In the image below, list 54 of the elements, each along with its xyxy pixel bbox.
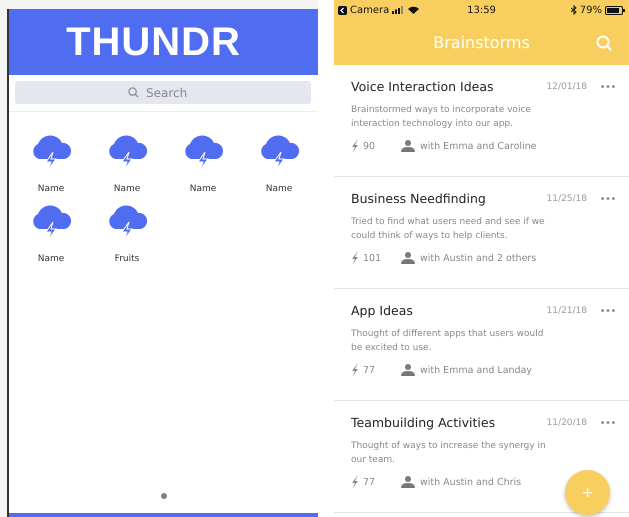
card-description: Tried to find what users need and see if we could think of ways to help clients. bbox=[351, 216, 546, 243]
card-date: 12/01/18 bbox=[546, 82, 587, 92]
status-time: 13:59 bbox=[467, 4, 496, 16]
item-label[interactable]: Name bbox=[266, 184, 292, 194]
search-field[interactable]: Search bbox=[144, 84, 198, 100]
person-icon bbox=[401, 252, 415, 264]
back-icon[interactable] bbox=[338, 6, 347, 14]
collaborators: with Emma and Landay bbox=[420, 364, 532, 376]
lightning-icon bbox=[351, 251, 359, 265]
collaborators: with Austin and Chris bbox=[420, 476, 522, 488]
card-title: Teambuilding Activities bbox=[351, 415, 496, 430]
wifi-icon bbox=[408, 6, 420, 14]
screen-title: Brainstorms bbox=[433, 33, 530, 52]
card-description: Thought of ways to increase the synergy in our team. bbox=[351, 440, 547, 467]
bluetooth-icon bbox=[570, 5, 577, 15]
lightning-icon bbox=[351, 475, 359, 489]
battery-percent: 79% bbox=[580, 4, 602, 16]
app-logo: THUNDR bbox=[66, 20, 241, 64]
signal-icon bbox=[392, 6, 406, 14]
page-dot[interactable] bbox=[160, 493, 166, 499]
item-label[interactable]: Name bbox=[114, 184, 140, 194]
back-app-label[interactable]: Camera bbox=[350, 4, 390, 16]
item-label[interactable]: Name bbox=[190, 184, 216, 194]
more-icon[interactable] bbox=[601, 85, 615, 88]
collaborators: with Emma and Caroline bbox=[420, 140, 537, 152]
item-label[interactable]: Name bbox=[38, 254, 64, 264]
lightning-icon bbox=[351, 139, 359, 153]
card-description: Thought of different apps that users would be excited to use. bbox=[351, 328, 544, 355]
more-icon[interactable] bbox=[601, 309, 615, 312]
idea-count: 77 bbox=[363, 364, 376, 376]
more-icon[interactable] bbox=[601, 197, 615, 200]
card-title: Voice Interaction Ideas bbox=[351, 79, 495, 94]
idea-count: 90 bbox=[363, 140, 376, 152]
brainstorm-card[interactable]: App Ideas 11/21/18 Thought of different apps that users would be excited to use. 77 with Emma and Landay bbox=[334, 289, 629, 401]
search-icon bbox=[128, 87, 139, 98]
collaborators: with Austin and 2 others bbox=[420, 252, 536, 264]
brainstorm-card[interactable]: Voice Interaction Ideas 12/01/18 Brainstormed ways to incorporate voice interaction technology into our app. 90 with Emma and Caroline bbox=[334, 65, 629, 177]
person-icon bbox=[401, 476, 415, 488]
card-description: Brainstormed ways to incorporate voice interaction technology into our app. bbox=[351, 104, 532, 131]
card-date: 11/20/18 bbox=[546, 418, 587, 428]
more-icon[interactable] bbox=[601, 421, 615, 424]
card-date: 11/25/18 bbox=[546, 194, 587, 204]
person-icon bbox=[401, 140, 415, 152]
card-title: App Ideas bbox=[351, 303, 414, 318]
item-label[interactable]: Fruits bbox=[114, 254, 140, 264]
card-title: Business Needfinding bbox=[351, 191, 487, 206]
idea-count: 101 bbox=[363, 252, 382, 264]
brainstorm-card[interactable]: Business Needfinding 11/25/18 Tried to find what users need and see if we could think of ways to help clients. 101 with Austin and 2 others bbox=[334, 177, 629, 289]
idea-count: 77 bbox=[363, 476, 376, 488]
item-label[interactable]: Name bbox=[38, 184, 64, 194]
lightning-icon bbox=[351, 363, 359, 377]
battery-icon bbox=[605, 6, 626, 14]
card-date: 11/21/18 bbox=[546, 306, 587, 316]
person-icon bbox=[401, 364, 415, 376]
